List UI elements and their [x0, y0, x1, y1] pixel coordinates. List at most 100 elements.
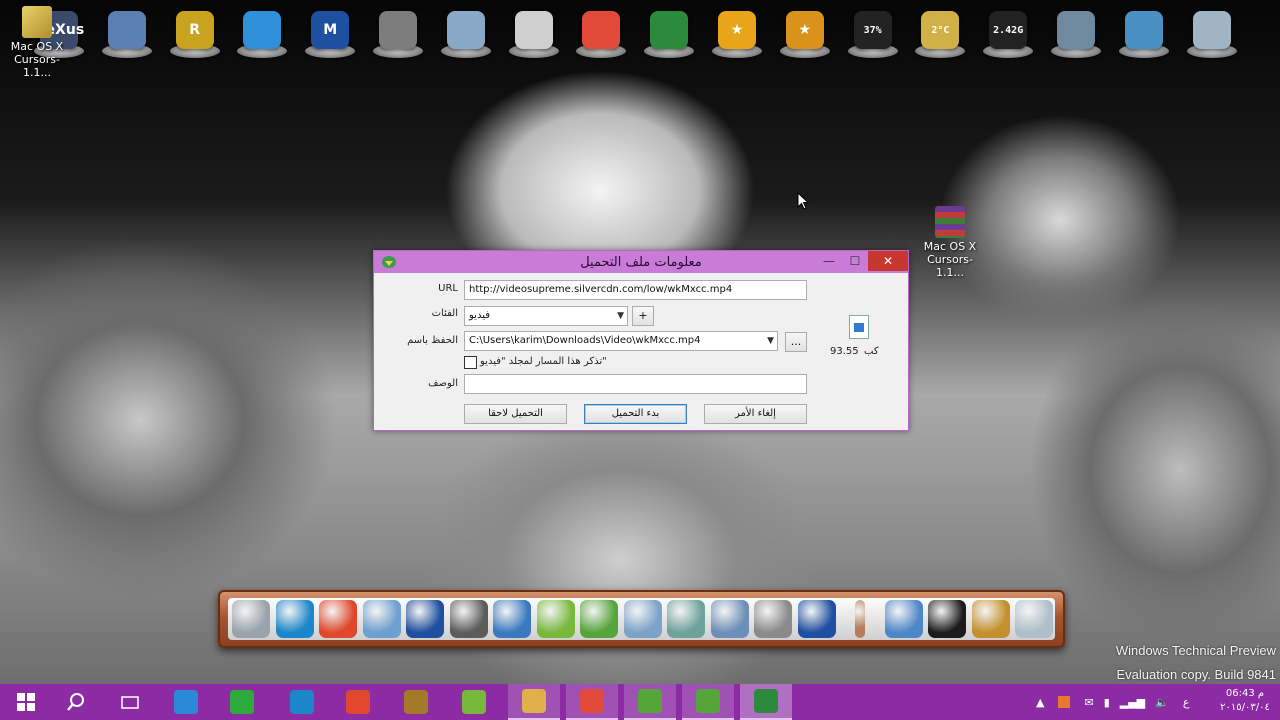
network-icon[interactable]: ▂▄▆ [1120, 696, 1145, 709]
task-view-button[interactable] [104, 684, 156, 720]
dvd-icon[interactable] [437, 2, 495, 58]
watermark-line-2: Evaluation copy. Build 9841 [1116, 667, 1276, 682]
chrome-taskbar-icon [580, 689, 604, 713]
idm-taskbar-icon [754, 689, 778, 713]
monitor-icon[interactable] [232, 600, 270, 638]
dialog-titlebar[interactable]: معلومات ملف التحميل — ☐ ✕ [374, 251, 908, 273]
camtasia-taskbar-button[interactable] [624, 684, 676, 720]
file-size-value: 93.55 [830, 346, 859, 357]
browse-button[interactable]: ... [785, 332, 807, 352]
watermark-line-1: Windows Technical Preview [1115, 643, 1276, 658]
remember-path-label: تذكر هذا المسار لمجلد "فيديو" [480, 356, 607, 367]
save-as-field[interactable]: C:\Users\karim\Downloads\Video\wkMxcc.mp… [464, 331, 778, 351]
clock[interactable]: 06:43 م ٢٠١٥/٠٣/٠٤ [1216, 687, 1274, 715]
task-view-icon [118, 690, 142, 714]
clock-time: 06:43 م [1225, 688, 1265, 699]
ccleaner-icon[interactable] [275, 600, 314, 638]
search-icon [64, 690, 88, 714]
explorer-taskbar-button[interactable] [508, 684, 560, 720]
add-category-button[interactable]: + [632, 306, 654, 326]
photo-camera-icon[interactable] [1115, 2, 1173, 58]
volume-icon[interactable]: 🔈 [1155, 696, 1169, 709]
camtasia-2-taskbar-button[interactable] [682, 684, 734, 720]
desktop-shortcut-mac-cursors-rar[interactable]: Mac OS X Cursors-1.1... [915, 206, 985, 279]
folder-green-icon[interactable] [667, 600, 705, 638]
utorrent-taskbar-icon [462, 690, 486, 714]
dvd-maker-icon[interactable] [362, 600, 401, 638]
ie-icon [174, 690, 198, 714]
trash-icon[interactable] [1015, 600, 1053, 638]
windows-logo-glyph [243, 11, 282, 49]
star-2-icon[interactable]: ★ [776, 2, 834, 58]
start-download-button[interactable]: بدء التحميل [584, 404, 687, 424]
utorrent-icon[interactable] [536, 600, 575, 638]
globe-icon[interactable] [1047, 2, 1105, 58]
remember-path-checkbox[interactable] [464, 356, 477, 369]
malwarebytes-icon[interactable]: M [301, 2, 359, 58]
idm-icon[interactable] [640, 2, 698, 58]
search-tool-icon[interactable] [369, 2, 427, 58]
download-later-button[interactable]: التحميل لاحقا [464, 404, 567, 424]
weather-glyph: 2°C [921, 11, 960, 49]
chrome-icon[interactable] [572, 2, 630, 58]
clock-icon[interactable] [505, 2, 563, 58]
description-field[interactable] [464, 374, 807, 394]
ie-button[interactable] [160, 684, 212, 720]
camtasia-2-taskbar-icon [696, 689, 720, 713]
maximize-button[interactable]: ☐ [841, 251, 869, 271]
input-language-indicator[interactable]: ع [1183, 696, 1190, 709]
folder-docs-icon[interactable] [623, 600, 662, 638]
start-button[interactable] [0, 684, 52, 720]
cancel-button[interactable]: إلغاء الأمر [704, 404, 807, 424]
explorer-taskbar-icon [522, 689, 546, 713]
cpu-meter-icon[interactable]: 37% [844, 2, 902, 58]
icon-text: 2.42G [993, 24, 1024, 36]
internet-globe-icon[interactable] [884, 600, 923, 638]
search-button[interactable] [50, 684, 102, 720]
weather-icon[interactable]: 2°C [911, 2, 969, 58]
close-button[interactable]: ✕ [868, 251, 908, 271]
color-wheel-icon[interactable] [319, 600, 357, 638]
ccleaner-taskbar-button[interactable] [276, 684, 328, 720]
tshirt-icon[interactable] [928, 600, 966, 638]
star-icon[interactable]: ★ [708, 2, 766, 58]
globe-glyph [1057, 11, 1095, 49]
action-center-icon[interactable]: ✉ [1084, 696, 1093, 709]
zoo-taskbar-button[interactable] [390, 684, 442, 720]
color-taskbar-button[interactable] [332, 684, 384, 720]
utorrent-taskbar-button[interactable] [448, 684, 500, 720]
recycle-bin-icon[interactable] [1183, 2, 1241, 58]
download-info-dialog: معلومات ملف التحميل — ☐ ✕ URL http://vid… [373, 250, 909, 431]
network-globe-icon[interactable] [493, 600, 531, 638]
magnifier-icon[interactable] [449, 600, 488, 638]
hammer-icon[interactable] [971, 600, 1010, 638]
star-2-glyph: ★ [785, 11, 824, 49]
r-app-icon[interactable]: R [166, 2, 224, 58]
folder-pictures-icon[interactable] [710, 600, 749, 638]
malwarebytes-icon[interactable] [406, 600, 444, 638]
show-hidden-icons-icon[interactable]: ▲ [1036, 696, 1044, 709]
url-label: URL [438, 283, 458, 294]
desktop-shortcut-mac-cursors[interactable]: Mac OS X Cursors-1.1... [2, 6, 72, 79]
chevron-down-icon: ▼ [767, 336, 774, 346]
malwarebytes-glyph: M [311, 11, 350, 49]
top-icon-dock: NeXus R M ★ ★ 37% 2°C 2.42G [30, 0, 1260, 62]
computer-icon[interactable] [98, 2, 156, 58]
camtasia-icon[interactable] [580, 600, 618, 638]
clock-date: ٢٠١٥/٠٣/٠٤ [1220, 702, 1270, 713]
memory-meter-icon[interactable]: 2.42G [979, 2, 1037, 58]
tools-icon[interactable] [754, 600, 792, 638]
icon-text: M [323, 22, 338, 38]
idm-taskbar-button[interactable] [740, 684, 792, 720]
chrome-taskbar-button[interactable] [566, 684, 618, 720]
save-as-value: C:\Users\karim\Downloads\Video\wkMxcc.mp… [469, 335, 701, 346]
clock-glyph [514, 11, 553, 49]
malwarebytes-2-icon[interactable] [797, 600, 836, 638]
windows-logo-icon[interactable] [233, 2, 291, 58]
power-icon[interactable]: ▮ [1104, 696, 1110, 709]
store-button[interactable] [216, 684, 268, 720]
url-field[interactable]: http://videosupreme.silvercdn.com/low/wk… [464, 280, 807, 300]
minimize-button[interactable]: — [815, 251, 843, 271]
app-tray-icon[interactable] [1058, 696, 1071, 708]
category-select[interactable]: فيديو ▼ [464, 306, 628, 326]
